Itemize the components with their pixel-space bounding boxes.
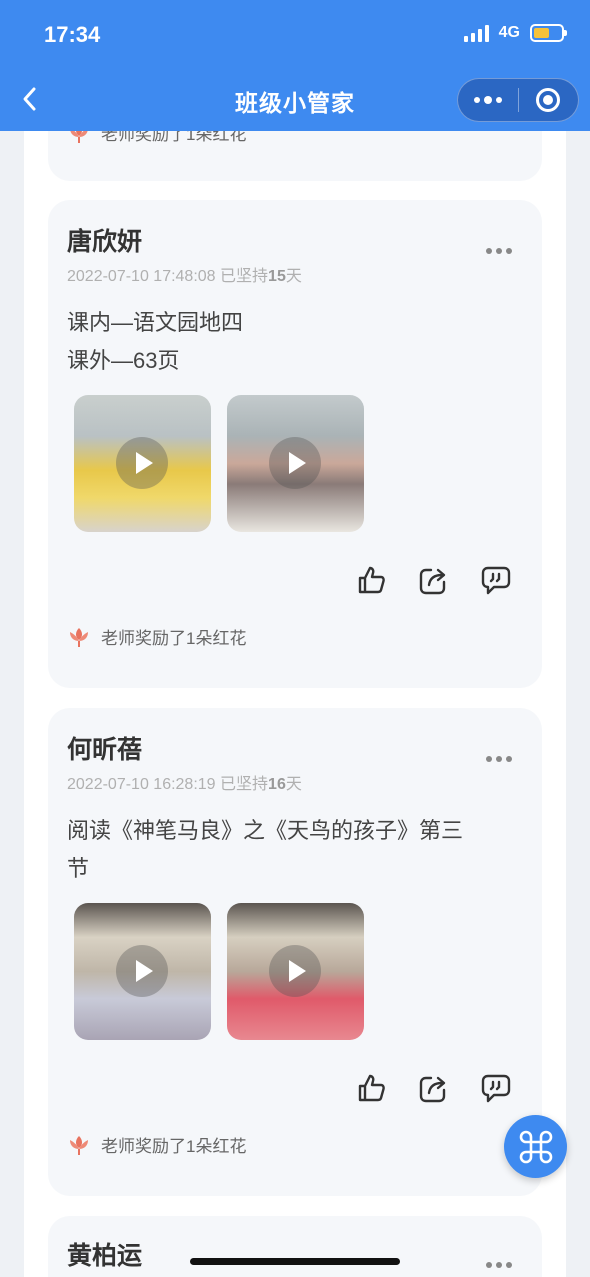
video-thumbnail[interactable] (74, 903, 211, 1040)
post-content: 课内—语文园地四 课外—63页 (67, 304, 527, 380)
content-line: 节 (67, 856, 90, 881)
reward-row: 老师奖励了1朵红花 (67, 1132, 246, 1157)
more-options-icon[interactable] (458, 95, 518, 104)
streak-suffix: 天 (285, 268, 302, 285)
post-date: 2022-07-10 16:28:19 (67, 776, 216, 793)
content-line: 阅读《神笔马良》之《天鸟的孩子》第三 (67, 818, 464, 843)
streak-prefix: 已坚持 (220, 268, 269, 285)
streak-prefix: 已坚持 (220, 776, 269, 793)
like-icon[interactable] (356, 564, 388, 596)
close-miniprogram-icon[interactable] (518, 88, 578, 112)
command-icon (519, 1130, 552, 1163)
content-line: 课内—语文园地四 (67, 310, 244, 335)
post-meta: 2022-07-10 17:48:08 已坚持15天 (67, 262, 302, 286)
network-label: 4G (498, 24, 520, 41)
home-indicator[interactable] (190, 1258, 400, 1265)
post-card: 何昕蓓 2022-07-10 16:28:19 已坚持16天 阅读《神笔马良》之… (48, 708, 542, 1196)
post-actions (356, 1072, 512, 1104)
post-actions (356, 564, 512, 596)
reward-text: 老师奖励了1朵红花 (101, 1137, 247, 1156)
share-icon[interactable] (418, 1072, 450, 1104)
post-date: 2022-07-10 17:48:08 (67, 268, 216, 285)
status-time: 17:34 (44, 22, 101, 47)
more-icon[interactable] (486, 248, 512, 254)
more-icon[interactable] (486, 1262, 512, 1268)
streak-days: 16 (268, 776, 286, 793)
reward-text: 老师奖励了1朵红花 (101, 629, 247, 648)
red-flower-icon (70, 627, 88, 647)
video-thumbnail[interactable] (227, 903, 364, 1040)
comment-icon[interactable] (480, 1072, 512, 1104)
signal-icon (463, 24, 489, 42)
menu-fab-button[interactable] (504, 1115, 567, 1178)
student-name: 黄柏运 (67, 1242, 143, 1270)
reward-row: 老师奖励了1朵红花 (67, 624, 246, 649)
comment-icon[interactable] (480, 564, 512, 596)
play-icon (116, 945, 168, 997)
play-icon (269, 945, 321, 997)
more-icon[interactable] (486, 756, 512, 762)
content-line: 课外—63页 (67, 348, 180, 373)
red-flower-icon (70, 1135, 88, 1155)
post-content: 阅读《神笔马良》之《天鸟的孩子》第三 节 (67, 812, 527, 888)
share-icon[interactable] (418, 564, 450, 596)
streak-suffix: 天 (285, 776, 302, 793)
student-name: 唐欣妍 (67, 228, 143, 256)
like-icon[interactable] (356, 1072, 388, 1104)
post-meta: 2022-07-10 16:28:19 已坚持16天 (67, 770, 302, 794)
play-icon (116, 437, 168, 489)
video-thumbnail[interactable] (227, 395, 364, 532)
navigation-header: 17:34 4G 班级小管家 (0, 0, 590, 131)
battery-icon (530, 24, 567, 42)
play-icon (269, 437, 321, 489)
status-indicators: 4G (463, 24, 567, 42)
post-card: 唐欣妍 2022-07-10 17:48:08 已坚持15天 课内—语文园地四 … (48, 200, 542, 688)
video-thumbnail[interactable] (74, 395, 211, 532)
streak-days: 15 (268, 268, 286, 285)
post-card-partial: 黄柏运 (48, 1216, 542, 1277)
miniprogram-capsule (457, 78, 579, 122)
student-name: 何昕蓓 (67, 736, 143, 764)
